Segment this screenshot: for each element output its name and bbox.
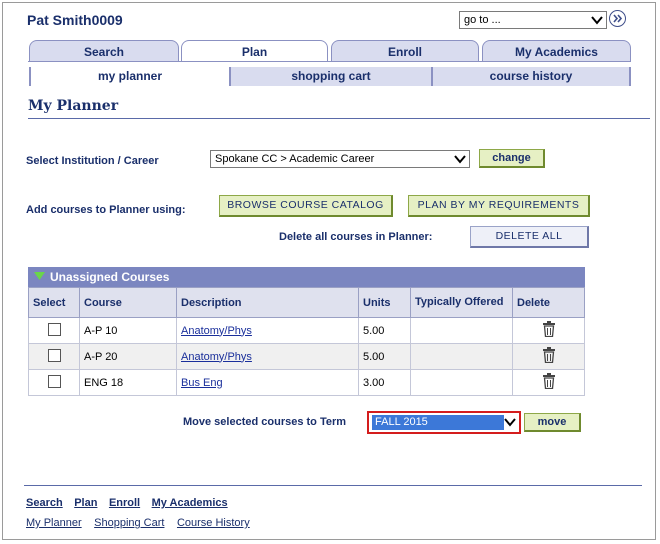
term-select[interactable]: FALL 2015	[367, 411, 521, 434]
col-course: Course	[79, 287, 177, 318]
collapse-triangle-icon	[34, 272, 45, 280]
move-button[interactable]: move	[524, 413, 581, 432]
term-value: FALL 2015	[372, 415, 504, 430]
tab-my-academics[interactable]: My Academics	[482, 40, 631, 62]
goto-dropdown[interactable]: go to ...	[459, 11, 607, 29]
row-select-checkbox[interactable]	[47, 374, 61, 388]
page-title: My Planner	[28, 98, 119, 114]
course-units: 5.00	[358, 343, 411, 370]
delete-all-button[interactable]: Delete All	[470, 226, 589, 248]
table-row: ENG 18 Bus Eng 3.00	[28, 369, 585, 396]
tab-enroll[interactable]: Enroll	[331, 40, 479, 62]
tab-divider	[28, 61, 631, 62]
goto-value: go to ...	[464, 14, 501, 26]
course-units: 3.00	[358, 369, 411, 396]
move-label: Move selected courses to Term	[183, 416, 347, 428]
double-chevron-right-icon	[613, 14, 623, 23]
subtab-course-history[interactable]: course history	[431, 67, 631, 86]
row-select-checkbox[interactable]	[47, 348, 61, 362]
col-typically-offered: Typically Offered	[410, 287, 513, 318]
footer-link-my-planner[interactable]: My Planner	[26, 517, 82, 529]
chevron-down-icon	[504, 418, 516, 427]
course-description-link[interactable]: Anatomy/Phys	[181, 325, 252, 337]
go-button[interactable]	[609, 10, 626, 27]
course-description-link[interactable]: Anatomy/Phys	[181, 351, 252, 363]
course-units: 5.00	[358, 317, 411, 344]
unassigned-courses-header[interactable]: Unassigned Courses	[28, 267, 585, 287]
col-select: Select	[28, 287, 80, 318]
footer-rule	[24, 485, 642, 486]
title-rule	[28, 118, 650, 119]
table-row: A-P 20 Anatomy/Phys 5.00	[28, 343, 585, 370]
trash-icon[interactable]	[542, 347, 556, 364]
delete-all-label: Delete all courses in Planner:	[279, 231, 433, 243]
row-select-checkbox[interactable]	[47, 322, 61, 336]
subtab-shopping-cart[interactable]: shopping cart	[229, 67, 431, 86]
subtab-my-planner[interactable]: my planner	[29, 67, 229, 86]
tab-plan[interactable]: Plan	[181, 40, 328, 62]
browse-catalog-button[interactable]: Browse Course Catalog	[219, 195, 393, 217]
footer-link-enroll[interactable]: Enroll	[109, 497, 140, 509]
course-code: ENG 18	[79, 369, 177, 396]
change-button[interactable]: change	[479, 149, 545, 168]
course-code: A-P 10	[79, 317, 177, 344]
col-units: Units	[358, 287, 411, 318]
course-typically-offered	[410, 317, 513, 344]
col-description: Description	[176, 287, 359, 318]
courses-table: Select Course Description Units Typicall…	[28, 287, 585, 396]
course-typically-offered	[410, 343, 513, 370]
tab-search[interactable]: Search	[29, 40, 179, 62]
trash-icon[interactable]	[542, 321, 556, 338]
col-delete: Delete	[512, 287, 585, 318]
trash-icon[interactable]	[542, 373, 556, 390]
course-code: A-P 20	[79, 343, 177, 370]
course-typically-offered	[410, 369, 513, 396]
footer-link-course-history[interactable]: Course History	[177, 517, 250, 529]
institution-value: Spokane CC > Academic Career	[215, 153, 375, 165]
chevron-down-icon	[591, 16, 603, 25]
user-name: Pat Smith0009	[27, 12, 123, 28]
course-description-link[interactable]: Bus Eng	[181, 377, 223, 389]
footer-link-shopping-cart[interactable]: Shopping Cart	[94, 517, 164, 529]
footer-link-search[interactable]: Search	[26, 497, 63, 509]
footer-link-plan[interactable]: Plan	[74, 497, 97, 509]
table-row: A-P 10 Anatomy/Phys 5.00	[28, 317, 585, 344]
plan-by-requirements-button[interactable]: Plan By My Requirements	[408, 195, 590, 217]
grid-title: Unassigned Courses	[50, 270, 170, 284]
add-courses-label: Add courses to Planner using:	[26, 204, 186, 216]
institution-select[interactable]: Spokane CC > Academic Career	[210, 150, 470, 168]
chevron-down-icon	[454, 155, 466, 164]
footer-link-my-academics[interactable]: My Academics	[152, 497, 228, 509]
institution-label: Select Institution / Career	[26, 155, 159, 167]
